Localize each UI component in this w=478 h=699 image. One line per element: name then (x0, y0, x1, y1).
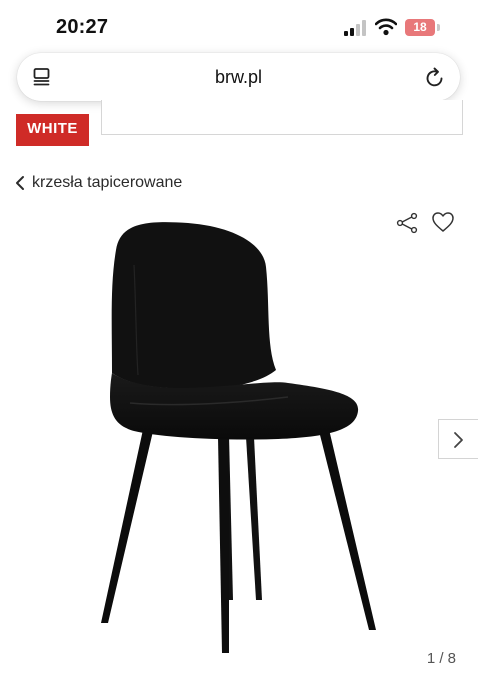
heart-icon[interactable] (431, 211, 455, 233)
signal-icon (344, 20, 366, 36)
status-bar: 20:27 18 (0, 0, 478, 48)
site-logo[interactable]: WHITE (16, 114, 89, 146)
product-page: 20:27 18 brw.pl WHITE krzesła tapicerowa… (0, 0, 478, 699)
battery-level: 18 (413, 20, 427, 34)
share-icon[interactable] (395, 212, 419, 234)
battery-nub (437, 24, 440, 31)
next-image-button[interactable] (438, 419, 478, 459)
chevron-left-icon[interactable] (14, 175, 26, 191)
site-search-box[interactable] (101, 100, 463, 135)
status-time: 20:27 (56, 16, 109, 38)
wifi-icon (375, 18, 397, 36)
product-image[interactable] (38, 205, 442, 699)
chevron-right-icon[interactable] (452, 431, 464, 449)
image-counter: 1 / 8 (426, 650, 456, 667)
breadcrumb[interactable]: krzesła tapicerowane (14, 172, 182, 194)
reload-icon[interactable] (425, 66, 445, 88)
product-gallery[interactable] (38, 205, 442, 699)
battery-icon: 18 (405, 19, 435, 36)
url-bar[interactable]: brw.pl (17, 53, 460, 101)
breadcrumb-label[interactable]: krzesła tapicerowane (32, 174, 182, 192)
url-text[interactable]: brw.pl (17, 67, 460, 88)
